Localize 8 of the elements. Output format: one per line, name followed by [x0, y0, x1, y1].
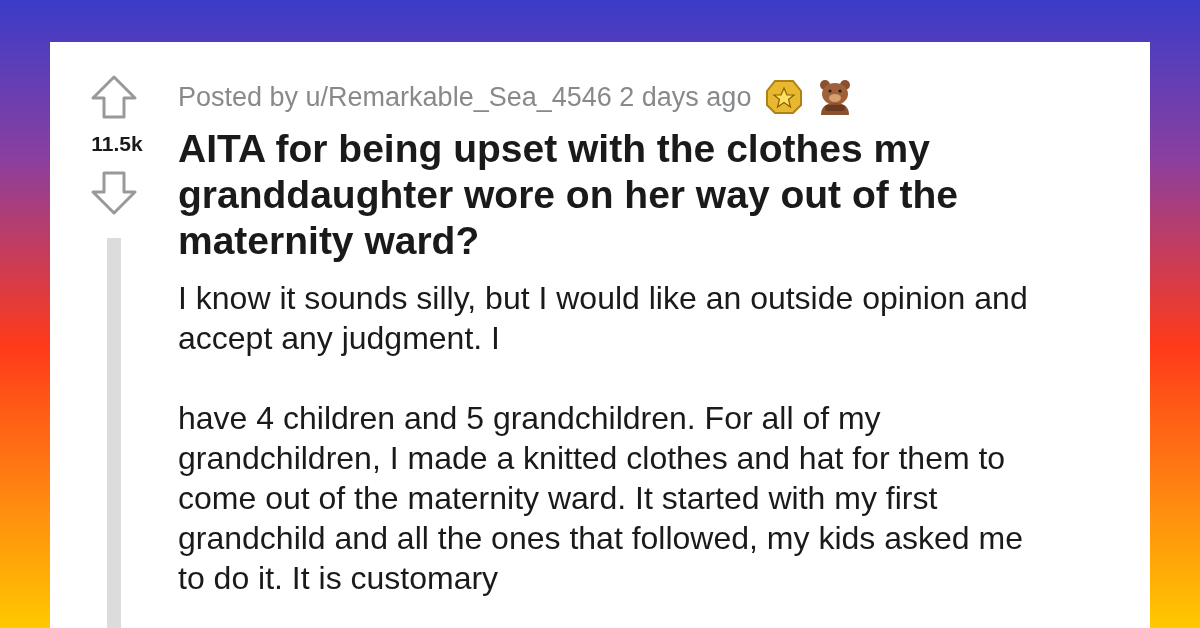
upvote-icon[interactable]	[90, 74, 138, 120]
post-byline: Posted by u/Remarkable_Sea_4546 2 days ago	[178, 81, 752, 113]
downvote-icon[interactable]	[90, 170, 138, 216]
star-badge-icon	[765, 79, 804, 115]
vote-count: 11.5k	[91, 132, 143, 156]
post-paragraph: have 4 children and 5 grandchildren. For all of my grandchildren, I made a knitted clothes and hat for them to come out of the maternity ward. It started with my first grandchild and all the ones that followed, my kids asked me to do it. It is customary	[178, 399, 1024, 598]
post-title: AITA for being upset with the clothes my granddaughter wore on her way out of the maternity ward?	[178, 126, 960, 264]
post-paragraph: I know it sounds silly, but I would like an outside opinion and accept any judgment. I	[178, 279, 1029, 358]
